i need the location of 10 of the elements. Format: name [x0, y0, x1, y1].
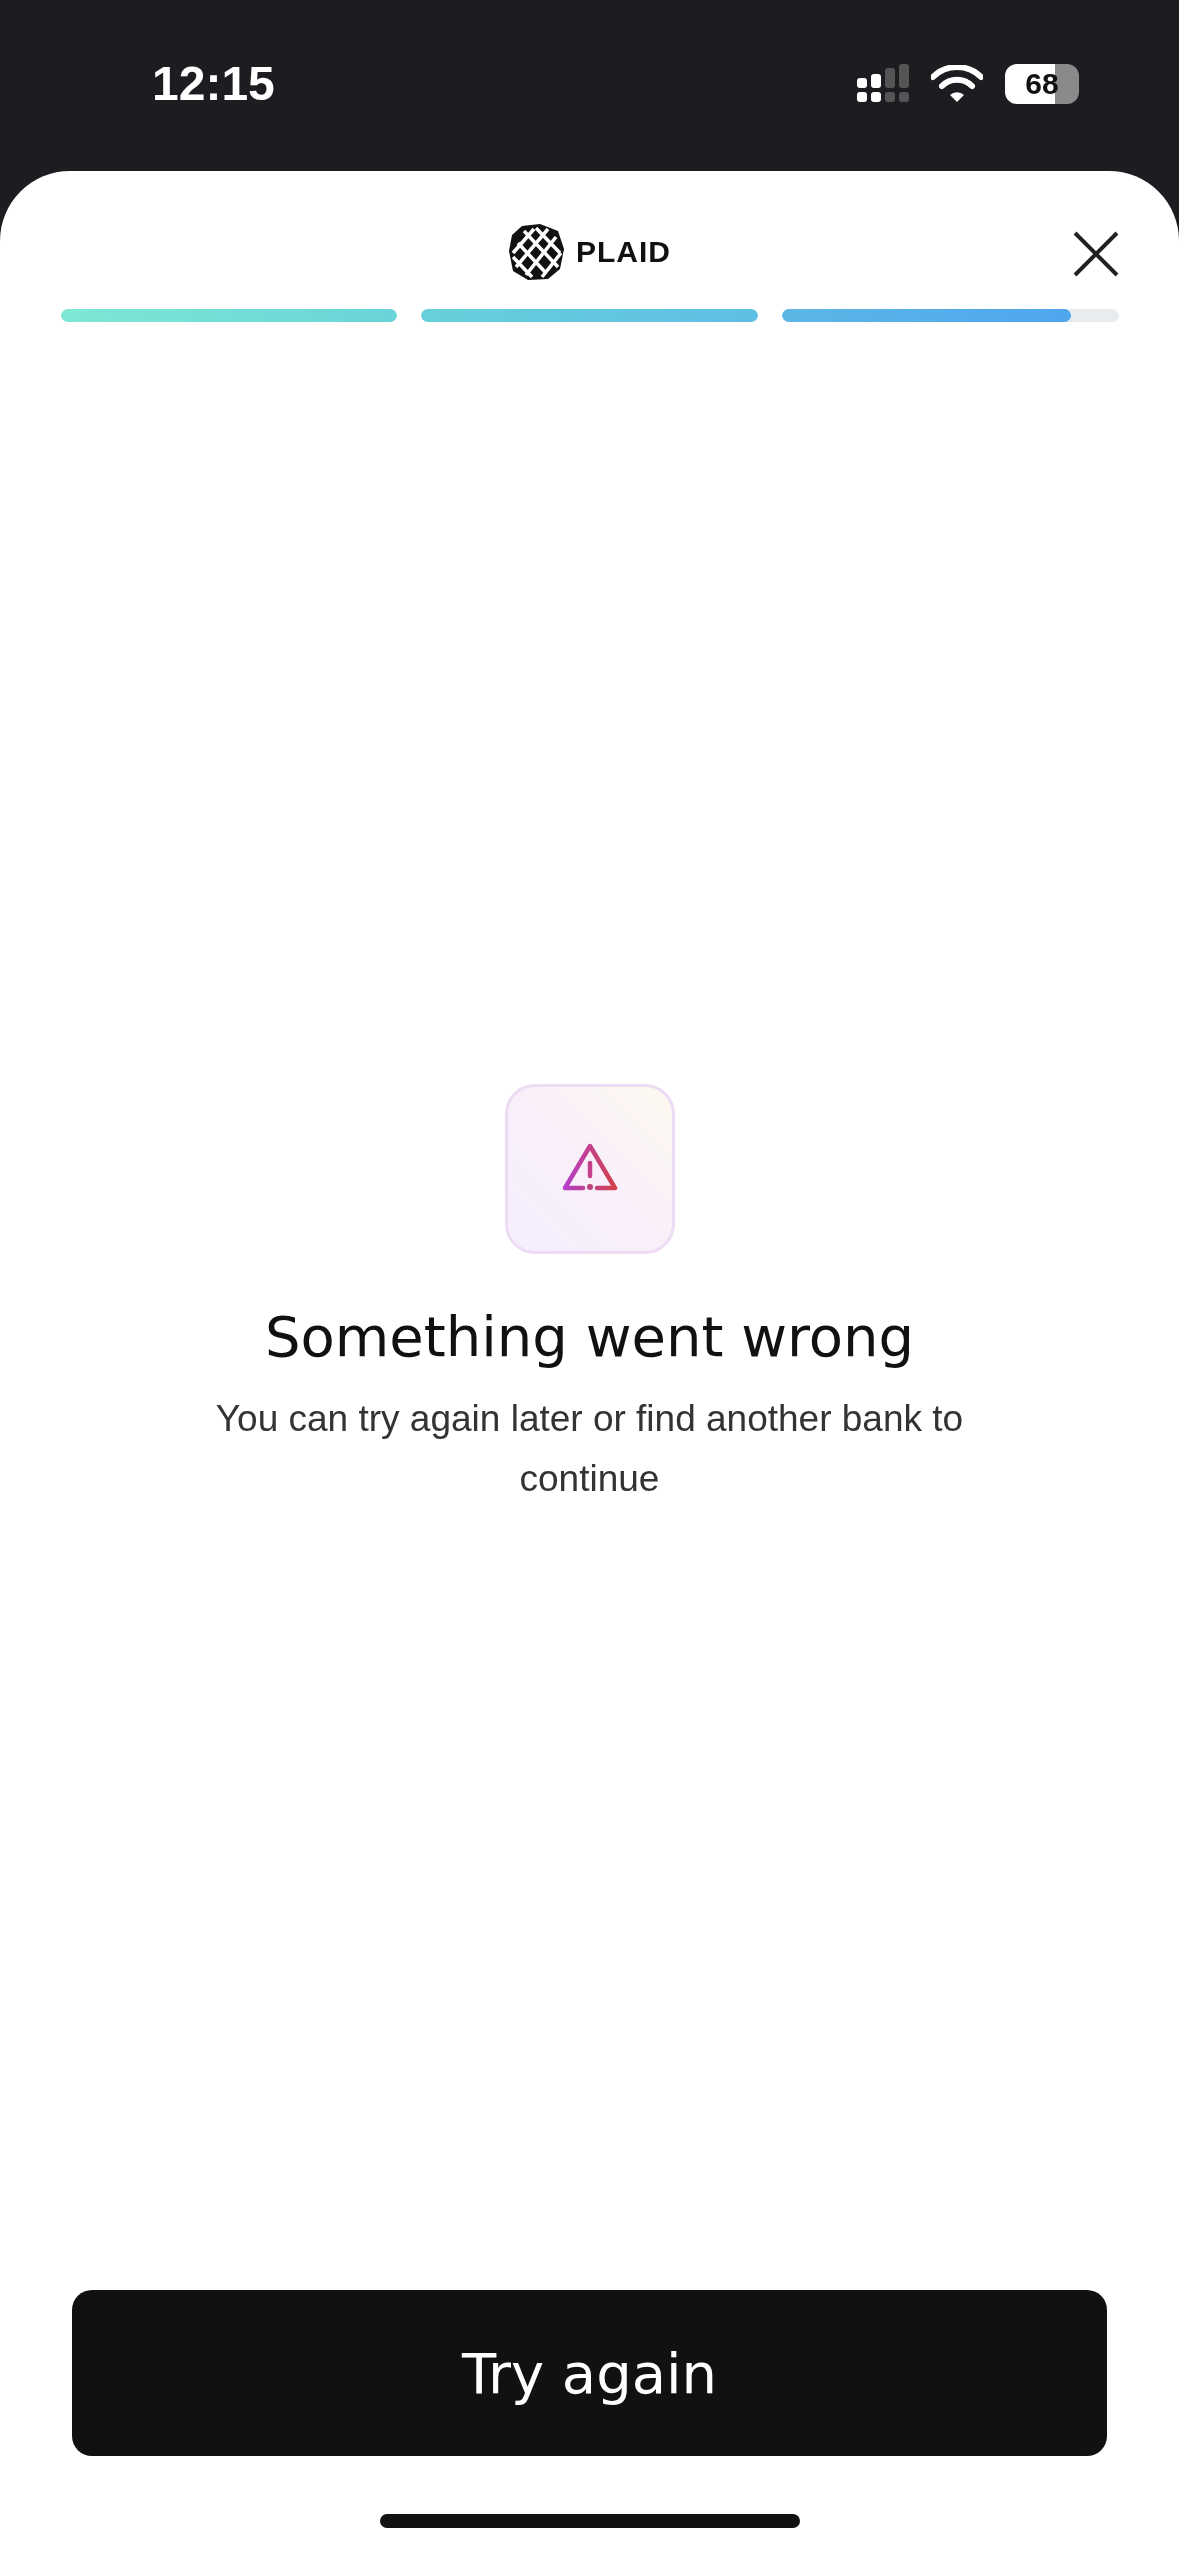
- signal-icon: [857, 63, 909, 104]
- error-message: You can try again later or find another bank to continue: [214, 1397, 965, 1501]
- logo-icon: [508, 223, 566, 281]
- close-button[interactable]: [1073, 231, 1119, 277]
- try-again-button[interactable]: Try again: [72, 2290, 1107, 2456]
- wifi-icon: [931, 64, 983, 103]
- logo-wordmark: PLAID: [576, 235, 671, 269]
- error-title: Something went wrong: [264, 1304, 915, 1369]
- status-time: 12:15: [152, 56, 275, 111]
- battery-icon: 68: [1005, 63, 1079, 104]
